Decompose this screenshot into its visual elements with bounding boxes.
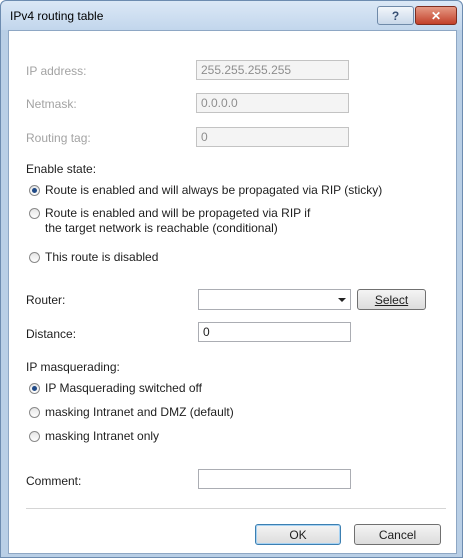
netmask-label: Netmask:: [26, 97, 77, 111]
radio-button-icon[interactable]: [29, 185, 40, 196]
ip-address-label: IP address:: [26, 64, 87, 78]
close-button[interactable]: ✕: [415, 6, 457, 25]
dialog-window: IPv4 routing table ? ✕ IP address: 255.2…: [0, 0, 463, 558]
router-label: Router:: [26, 293, 66, 307]
radio-label: IP Masquerading switched off: [45, 381, 202, 395]
radio-masq-intranet-only[interactable]: masking Intranet only: [29, 429, 429, 444]
radio-route-conditional[interactable]: Route is enabled and will be propageted …: [29, 206, 329, 236]
radio-masq-off[interactable]: IP Masquerading switched off: [29, 381, 429, 396]
window-title: IPv4 routing table: [10, 9, 104, 23]
radio-label: This route is disabled: [45, 250, 159, 264]
radio-button-icon[interactable]: [29, 252, 40, 263]
help-button[interactable]: ?: [377, 6, 414, 25]
radio-masq-intranet-dmz[interactable]: masking Intranet and DMZ (default): [29, 405, 429, 420]
divider: [26, 508, 446, 509]
cancel-button[interactable]: Cancel: [354, 524, 441, 545]
comment-label: Comment:: [26, 474, 82, 488]
masquerading-heading: IP masquerading:: [26, 360, 120, 374]
ok-button[interactable]: OK: [255, 524, 341, 545]
radio-button-icon[interactable]: [29, 208, 40, 219]
radio-label: masking Intranet and DMZ (default): [45, 405, 234, 419]
chevron-down-icon[interactable]: [338, 298, 346, 302]
radio-label: Route is enabled and will be propageted …: [45, 206, 311, 235]
comment-input[interactable]: [198, 469, 351, 489]
radio-button-icon[interactable]: [29, 431, 40, 442]
routing-tag-label: Routing tag:: [26, 131, 91, 145]
dialog-body: IP address: 255.255.255.255 Netmask: 0.0…: [8, 30, 457, 554]
radio-label: Route is enabled and will always be prop…: [45, 183, 383, 197]
netmask-field: 0.0.0.0: [196, 93, 349, 113]
distance-input[interactable]: 0: [198, 322, 351, 342]
radio-button-icon[interactable]: [29, 383, 40, 394]
routing-tag-field: 0: [196, 127, 349, 147]
radio-route-disabled[interactable]: This route is disabled: [29, 250, 329, 265]
enable-state-heading: Enable state:: [26, 162, 97, 176]
radio-route-sticky[interactable]: Route is enabled and will always be prop…: [29, 183, 444, 198]
router-select[interactable]: [198, 289, 351, 310]
select-button[interactable]: Select: [357, 289, 426, 310]
select-button-label: Select: [374, 292, 409, 307]
title-bar[interactable]: IPv4 routing table ? ✕: [1, 1, 462, 30]
radio-button-icon[interactable]: [29, 407, 40, 418]
distance-label: Distance:: [26, 327, 77, 341]
radio-label: masking Intranet only: [45, 429, 160, 443]
ip-address-field: 255.255.255.255: [196, 60, 349, 80]
